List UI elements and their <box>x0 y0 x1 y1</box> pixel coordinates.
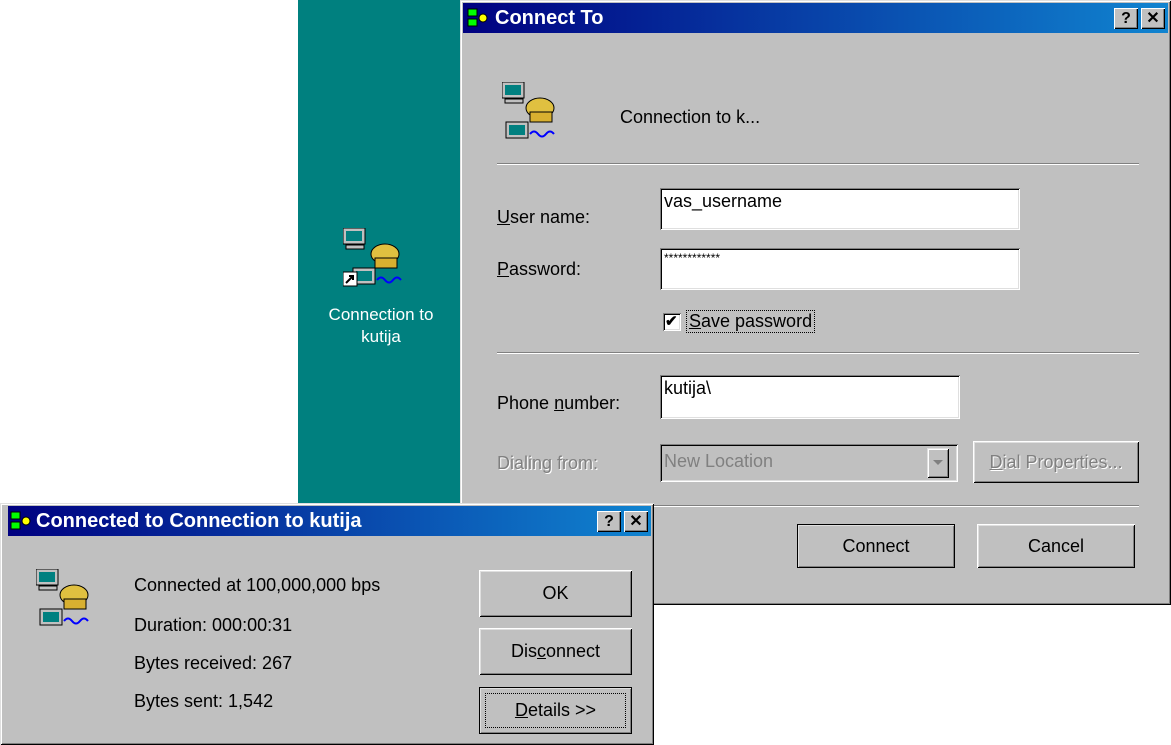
network-icon <box>467 8 489 28</box>
bytes-sent: Bytes sent: 1,542 <box>134 691 274 711</box>
details-button[interactable]: Details >> <box>479 687 632 734</box>
separator <box>497 163 1139 165</box>
username-label: User name: <box>497 207 591 227</box>
status-titlebar[interactable]: Connected to Connection to kutija ? ✕ <box>8 506 651 536</box>
connection-icon <box>35 568 96 635</box>
help-button[interactable]: ? <box>597 511 621 532</box>
connect-button[interactable]: Connect <box>797 524 955 568</box>
connect-to-titlebar[interactable]: Connect To ? ✕ <box>463 3 1168 33</box>
username-field[interactable]: vas_username <box>660 188 1020 230</box>
password-field[interactable]: ************ <box>660 248 1020 290</box>
desktop-icon-label[interactable]: Connection to kutija <box>298 304 464 348</box>
separator <box>497 352 1139 354</box>
ok-button[interactable]: OK <box>479 570 632 617</box>
connect-to-title: Connect To <box>495 7 604 29</box>
save-password-label[interactable]: Save password <box>686 310 816 333</box>
bytes-received: Bytes received: 267 <box>134 653 293 673</box>
phone-number-label: Phone number: <box>497 393 621 413</box>
phone-number-field[interactable]: kutija\ <box>660 375 960 419</box>
close-button[interactable]: ✕ <box>1141 8 1165 29</box>
status-title: Connected to Connection to kutija <box>36 510 362 532</box>
dialing-from-select[interactable]: New Location <box>660 444 958 482</box>
dial-up-shortcut-icon[interactable] <box>342 227 413 292</box>
cancel-button[interactable]: Cancel <box>977 524 1135 568</box>
connection-status-dialog: Connected to Connection to kutija ? ✕ Co… <box>0 503 654 745</box>
save-password-checkbox[interactable]: ✔ <box>663 313 681 331</box>
dialing-from-label: Dialing from: <box>497 453 599 473</box>
close-button[interactable]: ✕ <box>624 511 648 532</box>
disconnect-button[interactable]: Disconnect <box>479 628 632 675</box>
connection-icon <box>501 81 562 148</box>
chevron-down-icon[interactable] <box>927 448 949 478</box>
dial-properties-button[interactable]: Dial Properties... <box>973 441 1139 483</box>
password-label: Password: <box>497 259 582 279</box>
connection-speed: Connected at 100,000,000 bps <box>134 575 381 595</box>
connection-name: Connection to k... <box>620 107 761 127</box>
network-icon <box>10 511 32 531</box>
connection-duration: Duration: 000:00:31 <box>134 615 293 635</box>
help-button[interactable]: ? <box>1114 8 1138 29</box>
